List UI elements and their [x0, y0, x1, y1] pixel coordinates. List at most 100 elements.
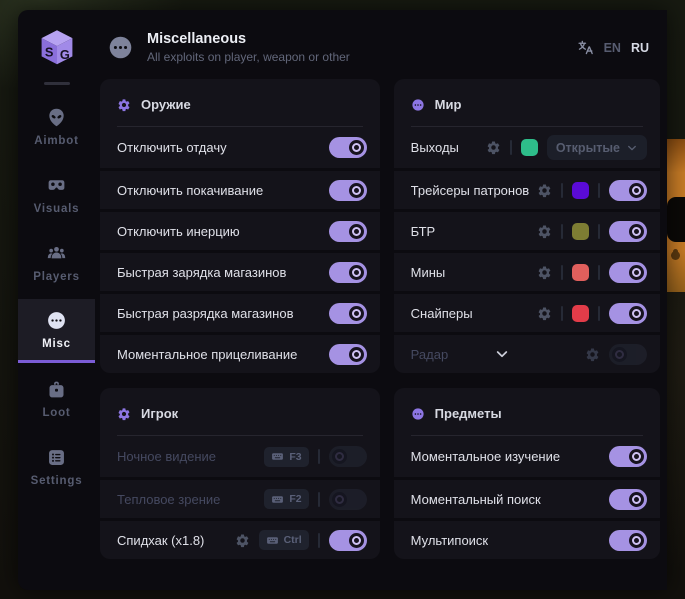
- content-columns: Оружие Отключить отдачу Отключить покачи…: [95, 79, 667, 559]
- app-logo: [34, 26, 80, 72]
- chevron-down-icon[interactable]: [494, 346, 540, 362]
- feature-row-instant-aim: Моментальное прицеливание: [100, 332, 380, 373]
- dropdown-value: Открытые: [556, 141, 620, 155]
- exits-dropdown[interactable]: Открытые: [547, 135, 647, 160]
- cube-logo-icon: [35, 27, 79, 71]
- divider: [561, 265, 563, 280]
- gear-icon[interactable]: [585, 347, 600, 362]
- ellipsis-circle-icon: [411, 98, 425, 112]
- toggle-knob: [349, 265, 364, 280]
- toggle-switch[interactable]: [329, 344, 367, 365]
- toggle-switch[interactable]: [329, 221, 367, 242]
- toggle-switch[interactable]: [329, 137, 367, 158]
- feature-row-instant-search: Моментальный поиск: [394, 477, 660, 518]
- toggle-knob: [332, 492, 347, 507]
- page-subtitle: All exploits on player, weapon or other: [147, 50, 577, 64]
- toggle-switch[interactable]: [609, 221, 647, 242]
- sidebar-item-label: Loot: [42, 407, 70, 419]
- sidebar-item-loot[interactable]: Loot: [18, 367, 95, 431]
- toggle-switch[interactable]: [329, 262, 367, 283]
- briefcase-icon: [46, 379, 67, 400]
- sidebar-item-label: Players: [33, 271, 80, 283]
- keyboard-icon: [271, 450, 284, 463]
- lang-ru-button[interactable]: RU: [631, 41, 649, 55]
- divider: [598, 183, 600, 198]
- sidebar-item-players[interactable]: Players: [18, 231, 95, 295]
- sidebar-item-label: Aimbot: [34, 135, 78, 147]
- divider: [510, 140, 512, 155]
- feature-row-instant-research: Моментальное изучение: [394, 436, 660, 477]
- section-card-player: Игрок Ночное видение F3 Тепловое зрение: [100, 388, 380, 559]
- divider: [318, 533, 320, 548]
- sidebar-item-aimbot[interactable]: Aimbot: [18, 95, 95, 159]
- players-icon: [46, 243, 67, 264]
- keybind-label: F3: [289, 451, 301, 463]
- toggle-switch[interactable]: [609, 344, 647, 365]
- gear-icon[interactable]: [537, 183, 552, 198]
- row-label: Мультипоиск: [411, 533, 488, 548]
- toggle-switch[interactable]: [329, 303, 367, 324]
- toggle-switch[interactable]: [609, 530, 647, 551]
- color-swatch[interactable]: [572, 223, 589, 240]
- row-label: Быстрая разрядка магазинов: [117, 306, 293, 321]
- toggle-knob: [349, 224, 364, 239]
- feature-row-speedhack: Спидхак (x1.8) Ctrl: [100, 518, 380, 559]
- keybind-badge[interactable]: F2: [264, 489, 308, 509]
- feature-row-snipers: Снайперы: [394, 291, 660, 332]
- feature-row-btr: БТР: [394, 209, 660, 250]
- toggle-knob: [349, 533, 364, 548]
- gear-icon[interactable]: [486, 140, 501, 155]
- color-swatch[interactable]: [572, 264, 589, 281]
- toggle-switch[interactable]: [329, 489, 367, 510]
- toggle-knob: [629, 449, 644, 464]
- gear-icon[interactable]: [537, 265, 552, 280]
- toggle-knob: [629, 265, 644, 280]
- left-column: Оружие Отключить отдачу Отключить покачи…: [100, 79, 380, 559]
- section-title: Оружие: [141, 97, 191, 112]
- feature-row-fast-load: Быстрая зарядка магазинов: [100, 250, 380, 291]
- row-label: Моментальное прицеливание: [117, 347, 297, 362]
- keybind-badge[interactable]: Ctrl: [259, 530, 309, 550]
- toggle-switch[interactable]: [609, 303, 647, 324]
- keyboard-icon: [266, 534, 279, 547]
- gear-icon[interactable]: [537, 306, 552, 321]
- sidebar-item-misc[interactable]: Misc: [18, 299, 95, 363]
- gear-icon[interactable]: [537, 224, 552, 239]
- sidebar-item-settings[interactable]: Settings: [18, 435, 95, 499]
- keybind-badge[interactable]: F3: [264, 447, 308, 467]
- feature-row-multisearch: Мультипоиск: [394, 518, 660, 559]
- row-label: Радар: [411, 347, 449, 362]
- toggle-switch[interactable]: [609, 446, 647, 467]
- ellipsis-circle-icon: [46, 310, 67, 331]
- section-card-items: Предметы Моментальное изучение Моменталь…: [394, 388, 660, 559]
- row-label: Моментальный поиск: [411, 492, 541, 507]
- toggle-switch[interactable]: [329, 446, 367, 467]
- color-swatch[interactable]: [572, 182, 589, 199]
- toggle-switch[interactable]: [609, 180, 647, 201]
- divider: [318, 449, 320, 464]
- section-header: Игрок: [100, 388, 380, 424]
- toggle-switch[interactable]: [609, 262, 647, 283]
- keyboard-icon: [271, 493, 284, 506]
- section-header: Оружие: [100, 79, 380, 115]
- sidebar-item-visuals[interactable]: Visuals: [18, 163, 95, 227]
- section-header: Мир: [394, 79, 660, 115]
- header-text: Miscellaneous All exploits on player, we…: [147, 31, 577, 64]
- lang-en-button[interactable]: EN: [604, 41, 621, 55]
- row-label: Отключить покачивание: [117, 183, 263, 198]
- keybind-label: Ctrl: [284, 534, 302, 546]
- section-title: Игрок: [141, 406, 178, 421]
- color-swatch[interactable]: [572, 305, 589, 322]
- divider: [561, 224, 563, 239]
- toggle-switch[interactable]: [329, 530, 367, 551]
- main-panel: Miscellaneous All exploits on player, we…: [95, 10, 667, 590]
- gear-icon[interactable]: [235, 533, 250, 548]
- sidebar-item-label: Visuals: [34, 203, 80, 215]
- toggle-switch[interactable]: [609, 489, 647, 510]
- row-label: Выходы: [411, 140, 459, 155]
- color-swatch[interactable]: [521, 139, 538, 156]
- toggle-knob: [629, 533, 644, 548]
- toggle-switch[interactable]: [329, 180, 367, 201]
- section-title: Предметы: [435, 406, 502, 421]
- toggle-knob: [629, 306, 644, 321]
